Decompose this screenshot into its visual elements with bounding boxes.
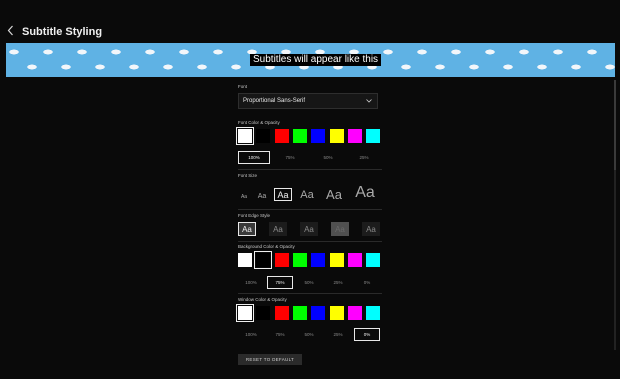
font-color-label: Font Color & Opacity <box>238 120 280 125</box>
chevron-down-icon <box>366 99 372 105</box>
font-color-white[interactable] <box>236 127 254 145</box>
font-color-green[interactable] <box>293 129 307 143</box>
font-color-yellow[interactable] <box>330 129 344 143</box>
window-color-cyan[interactable] <box>366 306 380 320</box>
background-color-cyan[interactable] <box>366 253 380 267</box>
window-opacity-option[interactable]: 0% <box>354 328 380 341</box>
background-color-black[interactable] <box>254 251 272 269</box>
chevron-left-icon[interactable] <box>7 25 14 36</box>
window-color-green[interactable] <box>293 306 307 320</box>
window-color-white[interactable] <box>236 304 254 322</box>
background-color-white[interactable] <box>238 253 252 267</box>
font-color-cyan[interactable] <box>366 129 380 143</box>
page-title: Subtitle Styling <box>22 26 103 38</box>
header: Subtitle Styling <box>0 0 620 40</box>
font-color-magenta[interactable] <box>348 129 362 143</box>
font-size-option[interactable]: Aa <box>274 188 292 201</box>
font-size-option[interactable]: Aa <box>350 185 380 201</box>
background-color-magenta[interactable] <box>348 253 362 267</box>
font-color-red[interactable] <box>275 129 289 143</box>
background-opacity-row: 100% 75% 50% 25% 0% <box>238 276 382 289</box>
window-opacity-option[interactable]: 100% <box>238 328 264 341</box>
background-opacity-option[interactable]: 100% <box>238 276 264 289</box>
font-size-label: Font Size <box>238 173 258 178</box>
divider <box>238 209 382 210</box>
font-size-option[interactable]: Aa <box>321 188 347 201</box>
background-color-yellow[interactable] <box>330 253 344 267</box>
window-color-red[interactable] <box>275 306 289 320</box>
font-size-option[interactable]: Aa <box>255 193 269 200</box>
window-color-swatches <box>236 304 382 322</box>
font-opacity-row: 100% 75% 50% 25% <box>238 151 382 164</box>
edge-style-option[interactable]: Aa <box>269 222 287 236</box>
scrollbar[interactable] <box>614 80 616 350</box>
font-opacity-option[interactable]: 50% <box>312 151 344 164</box>
window-color-label: Window Color & Opacity <box>238 297 287 302</box>
background-color-red[interactable] <box>275 253 289 267</box>
font-select[interactable]: Proportional Sans-Serif <box>238 93 378 109</box>
window-opacity-option[interactable]: 75% <box>267 328 293 341</box>
divider <box>238 169 382 170</box>
font-color-black[interactable] <box>256 129 270 143</box>
edge-style-option[interactable]: Aa <box>238 222 256 236</box>
subtitle-preview: Subtitles will appear like this <box>6 43 615 77</box>
font-label: Font <box>238 84 248 89</box>
window-opacity-row: 100% 75% 50% 25% 0% <box>238 328 382 341</box>
window-color-magenta[interactable] <box>348 306 362 320</box>
window-color-yellow[interactable] <box>330 306 344 320</box>
window-color-black[interactable] <box>256 306 270 320</box>
reset-to-default-button[interactable]: RESET TO DEFAULT <box>238 354 302 365</box>
font-edge-style-options: Aa Aa Aa Aa Aa <box>238 222 382 236</box>
background-color-swatches <box>238 251 382 269</box>
font-size-options: Aa Aa Aa Aa Aa Aa <box>238 180 382 202</box>
background-opacity-option[interactable]: 75% <box>267 276 293 289</box>
background-color-blue[interactable] <box>311 253 325 267</box>
edge-style-option[interactable]: Aa <box>331 222 349 236</box>
background-color-label: Background Color & Opacity <box>238 244 295 249</box>
window-opacity-option[interactable]: 50% <box>296 328 322 341</box>
font-select-value: Proportional Sans-Serif <box>243 98 306 104</box>
background-color-green[interactable] <box>293 253 307 267</box>
font-color-swatches <box>236 127 382 145</box>
font-size-option[interactable]: Aa <box>238 195 250 200</box>
edge-style-option[interactable]: Aa <box>300 222 318 236</box>
font-opacity-option[interactable]: 75% <box>274 151 306 164</box>
font-edge-style-label: Font Edge Style <box>238 213 271 218</box>
scroll-thumb[interactable] <box>614 80 616 170</box>
edge-style-option[interactable]: Aa <box>362 222 380 236</box>
font-size-option[interactable]: Aa <box>296 190 318 201</box>
background-opacity-option[interactable]: 50% <box>296 276 322 289</box>
font-color-blue[interactable] <box>311 129 325 143</box>
window-opacity-option[interactable]: 25% <box>325 328 351 341</box>
font-opacity-option[interactable]: 25% <box>348 151 380 164</box>
preview-text: Subtitles will appear like this <box>250 54 382 66</box>
font-opacity-option[interactable]: 100% <box>238 151 270 164</box>
window-color-blue[interactable] <box>311 306 325 320</box>
divider <box>238 241 382 242</box>
background-opacity-option[interactable]: 25% <box>325 276 351 289</box>
background-opacity-option[interactable]: 0% <box>354 276 380 289</box>
divider <box>238 293 382 294</box>
